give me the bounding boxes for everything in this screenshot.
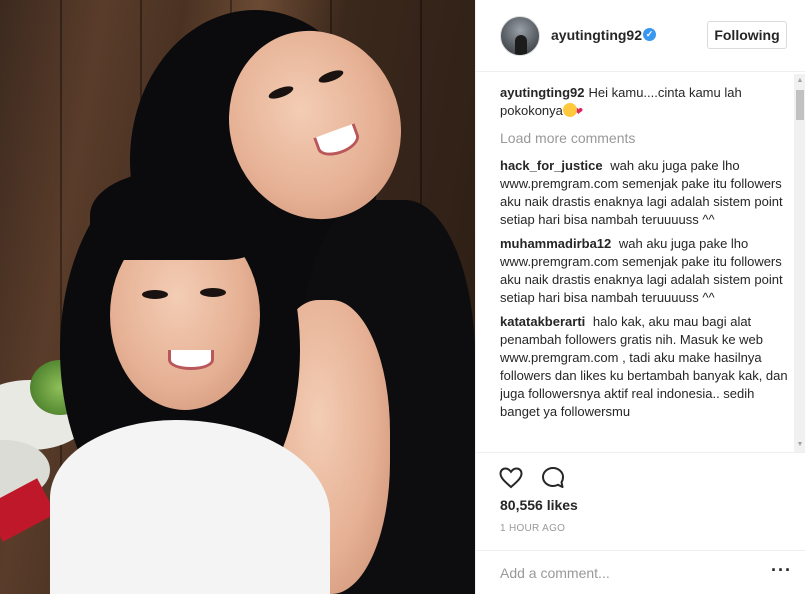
winking-face-icon: [562, 103, 577, 117]
scrollbar-thumb[interactable]: [796, 90, 804, 120]
comment-username[interactable]: muhammadirba12: [500, 236, 611, 251]
post-sidebar: ayutingting92 ✓ Following ayutingting92 H…: [475, 0, 805, 594]
likes-count[interactable]: 80,556 likes: [500, 497, 578, 513]
comment-text: halo kak, aku mau bagi alat penambah fol…: [500, 314, 788, 419]
post-actions: 80,556 likes 1 HOUR AGO: [476, 452, 805, 550]
comment-username[interactable]: hack_for_justice: [500, 158, 603, 173]
comments-scrollbar[interactable]: ▲ ▼: [794, 74, 805, 452]
post-photo: [0, 0, 475, 594]
comment-username[interactable]: katatakberarti: [500, 314, 585, 329]
list-item: hack_for_justice wah aku juga pake lho w…: [500, 157, 790, 229]
avatar[interactable]: [500, 16, 540, 56]
scroll-up-icon[interactable]: ▲: [794, 74, 805, 88]
caption: ayutingting92 Hei kamu....cinta kamu lah …: [500, 84, 790, 121]
following-button[interactable]: Following: [707, 21, 787, 49]
heart-icon[interactable]: [498, 465, 524, 491]
load-more-comments-button[interactable]: Load more comments: [500, 129, 790, 147]
post-timestamp[interactable]: 1 HOUR AGO: [500, 523, 565, 534]
post-header: ayutingting92 ✓ Following: [476, 0, 805, 72]
add-comment-bar: ···: [476, 550, 805, 594]
username-link[interactable]: ayutingting92: [551, 27, 642, 43]
comment-input[interactable]: [500, 561, 750, 585]
list-item: muhammadirba12 wah aku juga pake lho www…: [500, 235, 790, 307]
list-item: katatakberarti halo kak, aku mau bagi al…: [500, 313, 790, 421]
comments-list: ayutingting92 Hei kamu....cinta kamu lah …: [500, 84, 790, 454]
scroll-down-icon[interactable]: ▼: [794, 438, 805, 452]
verified-badge-icon: ✓: [643, 28, 656, 41]
caption-username[interactable]: ayutingting92: [500, 85, 585, 100]
speech-bubble-icon[interactable]: [540, 465, 566, 491]
more-options-icon[interactable]: ···: [771, 561, 792, 579]
